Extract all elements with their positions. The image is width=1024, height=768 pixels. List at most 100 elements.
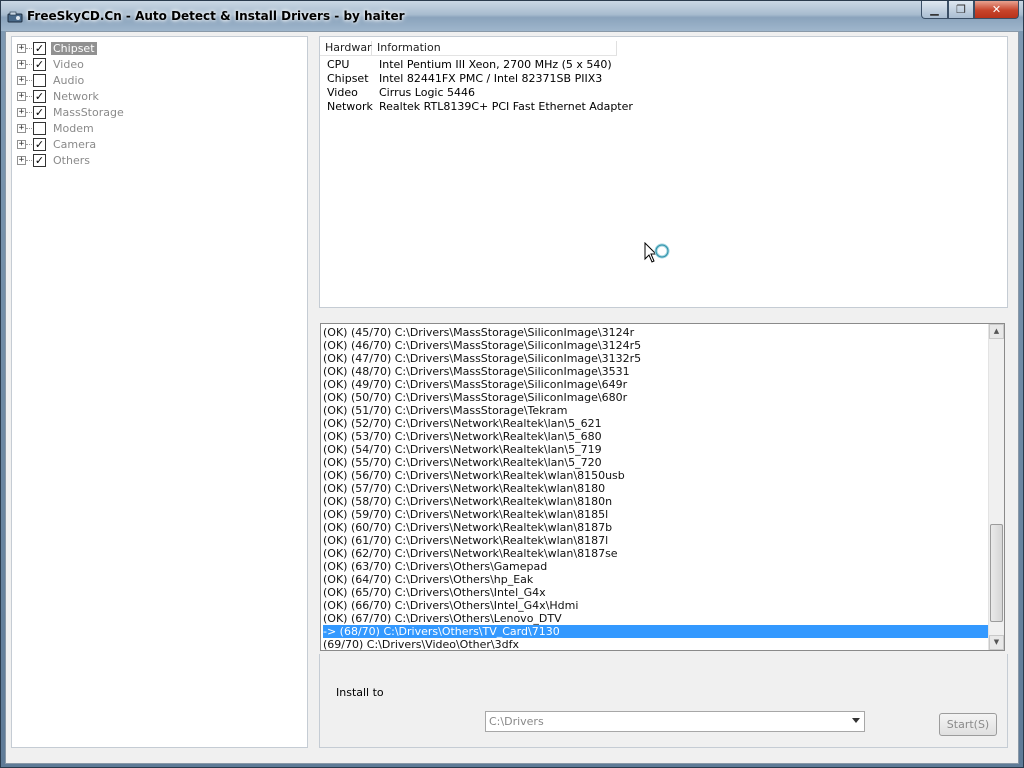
category-checkbox[interactable]: ✓ — [33, 41, 46, 55]
hardware-info: Cirrus Logic 5446 — [379, 86, 476, 99]
log-row[interactable]: (OK) (49/70) C:\Drivers\MassStorage\Sili… — [323, 378, 989, 391]
tree-item[interactable]: + ✓ Network — [17, 88, 101, 104]
tree-item-label[interactable]: Camera — [51, 138, 98, 151]
tree-item[interactable]: + ✓ MassStorage — [17, 104, 126, 120]
hardware-row[interactable]: Chipset Intel 82441FX PMC / Intel 82371SB… — [327, 72, 602, 86]
expand-icon[interactable]: + — [17, 107, 26, 117]
log-row[interactable]: (OK) (58/70) C:\Drivers\Network\Realtek\… — [323, 495, 989, 508]
tree-item[interactable]: + Audio — [17, 72, 86, 88]
tree-item-label[interactable]: Others — [51, 154, 92, 167]
tree-connector — [26, 127, 32, 129]
scroll-down-button[interactable]: ▼ — [989, 635, 1004, 650]
install-path-dropdown[interactable]: C:\Drivers — [485, 711, 865, 732]
minimize-button[interactable]: ▁ — [921, 1, 948, 19]
log-row[interactable]: (OK) (50/70) C:\Drivers\MassStorage\Sili… — [323, 391, 989, 404]
log-row[interactable]: (OK) (65/70) C:\Drivers\Others\Intel_G4x — [323, 586, 989, 599]
log-row[interactable]: (OK) (62/70) C:\Drivers\Network\Realtek\… — [323, 547, 989, 560]
column-header-hardware[interactable]: Hardwar — [320, 41, 372, 55]
tree-item[interactable]: + ✓ Video — [17, 56, 86, 72]
title-bar[interactable]: FreeSkyCD.Cn - Auto Detect & Install Dri… — [1, 1, 1023, 31]
category-checkbox[interactable]: ✓ — [33, 153, 46, 167]
install-path-value: C:\Drivers — [489, 715, 544, 728]
log-row[interactable]: (OK) (55/70) C:\Drivers\Network\Realtek\… — [323, 456, 989, 469]
expand-icon[interactable]: + — [17, 139, 26, 149]
tree-connector — [26, 79, 32, 81]
log-row[interactable]: (OK) (60/70) C:\Drivers\Network\Realtek\… — [323, 521, 989, 534]
tree-item-label[interactable]: MassStorage — [51, 106, 126, 119]
driver-category-tree[interactable]: + ✓ Chipset + ✓ Video + Audio + ✓ Network + ✓ MassSto… — [11, 36, 308, 748]
tree-item-label[interactable]: Network — [51, 90, 101, 103]
log-row[interactable]: (OK) (64/70) C:\Drivers\Others\hp_Eak — [323, 573, 989, 586]
hardware-row[interactable]: Network Realtek RTL8139C+ PCI Fast Ethern… — [327, 100, 633, 114]
hardware-row[interactable]: CPU Intel Pentium III Xeon, 2700 MHz (5 x… — [327, 58, 612, 72]
tree-connector — [26, 47, 32, 49]
log-row[interactable]: (OK) (46/70) C:\Drivers\MassStorage\Sili… — [323, 339, 989, 352]
tree-item[interactable]: + ✓ Camera — [17, 136, 98, 152]
log-row[interactable]: (OK) (47/70) C:\Drivers\MassStorage\Sili… — [323, 352, 989, 365]
hardware-type: Video — [327, 86, 358, 99]
expand-icon[interactable]: + — [17, 91, 26, 101]
log-row[interactable]: (OK) (45/70) C:\Drivers\MassStorage\Sili… — [323, 326, 989, 339]
tree-connector — [26, 159, 32, 161]
tree-item-label[interactable]: Video — [51, 58, 86, 71]
app-icon — [7, 11, 23, 23]
category-checkbox[interactable]: ✓ — [33, 105, 46, 119]
hardware-info-list[interactable]: Hardwar Information CPU Intel Pentium III… — [319, 36, 1008, 308]
log-row[interactable]: (OK) (52/70) C:\Drivers\Network\Realtek\… — [323, 417, 989, 430]
log-row[interactable]: (OK) (67/70) C:\Drivers\Others\Lenovo_DT… — [323, 612, 989, 625]
hardware-info: Intel Pentium III Xeon, 2700 MHz (5 x 54… — [379, 58, 612, 71]
close-button[interactable]: ✕ — [974, 1, 1019, 19]
hardware-type: Network — [327, 100, 373, 113]
log-row[interactable]: (OK) (53/70) C:\Drivers\Network\Realtek\… — [323, 430, 989, 443]
log-row[interactable]: (OK) (59/70) C:\Drivers\Network\Realtek\… — [323, 508, 989, 521]
expand-icon[interactable]: + — [17, 75, 26, 85]
hardware-info: Intel 82441FX PMC / Intel 82371SB PIIX3 — [379, 72, 603, 85]
log-row[interactable]: (69/70) C:\Drivers\Video\Other\3dfx — [323, 638, 989, 650]
category-checkbox[interactable]: ✓ — [33, 89, 46, 103]
scroll-thumb[interactable] — [990, 524, 1003, 622]
tree-item[interactable]: + ✓ Chipset — [17, 40, 97, 56]
arrow-down-icon: ▼ — [993, 638, 1000, 646]
app-window: FreeSkyCD.Cn - Auto Detect & Install Dri… — [0, 0, 1024, 768]
log-row[interactable]: (OK) (56/70) C:\Drivers\Network\Realtek\… — [323, 469, 989, 482]
maximize-icon: ❐ — [956, 3, 966, 16]
tree-connector — [26, 143, 32, 145]
log-row[interactable]: (OK) (54/70) C:\Drivers\Network\Realtek\… — [323, 443, 989, 456]
log-row[interactable]: (OK) (48/70) C:\Drivers\MassStorage\Sili… — [323, 365, 989, 378]
category-checkbox[interactable]: ✓ — [33, 137, 46, 151]
expand-icon[interactable]: + — [17, 59, 26, 69]
log-scrollbar[interactable]: ▲ ▼ — [988, 324, 1004, 650]
log-row[interactable]: -> (68/70) C:\Drivers\Others\TV_Card\713… — [323, 625, 989, 638]
start-button[interactable]: Start(S) — [939, 713, 997, 736]
tree-item[interactable]: + Modem — [17, 120, 96, 136]
hardware-info: Realtek RTL8139C+ PCI Fast Ethernet Adap… — [379, 100, 633, 113]
log-row[interactable]: (OK) (63/70) C:\Drivers\Others\Gamepad — [323, 560, 989, 573]
scroll-up-button[interactable]: ▲ — [989, 324, 1004, 339]
expand-icon[interactable]: + — [17, 43, 26, 53]
tree-item-label[interactable]: Chipset — [51, 41, 97, 55]
maximize-button[interactable]: ❐ — [948, 1, 974, 19]
column-header-information[interactable]: Information — [372, 41, 617, 55]
category-checkbox[interactable]: ✓ — [33, 57, 46, 71]
expand-icon[interactable]: + — [17, 123, 26, 133]
log-row[interactable]: (OK) (51/70) C:\Drivers\MassStorage\Tekr… — [323, 404, 989, 417]
tree-connector — [26, 63, 32, 65]
category-checkbox[interactable] — [33, 73, 46, 87]
hardware-row[interactable]: Video Cirrus Logic 5446 — [327, 86, 475, 100]
install-log-list[interactable]: (OK) (45/70) C:\Drivers\MassStorage\Sili… — [320, 323, 1005, 651]
tree-item[interactable]: + ✓ Others — [17, 152, 92, 168]
install-panel: Install to C:\Drivers Start(S) — [319, 654, 1008, 748]
tree-item-label[interactable]: Modem — [51, 122, 96, 135]
log-row[interactable]: (OK) (57/70) C:\Drivers\Network\Realtek\… — [323, 482, 989, 495]
tree-item-label[interactable]: Audio — [51, 74, 86, 87]
arrow-up-icon: ▲ — [993, 327, 1000, 335]
expand-icon[interactable]: + — [17, 155, 26, 165]
tree-connector — [26, 95, 32, 97]
log-row[interactable]: (OK) (66/70) C:\Drivers\Others\Intel_G4x… — [323, 599, 989, 612]
category-checkbox[interactable] — [33, 121, 46, 135]
hardware-type: CPU — [327, 58, 350, 71]
minimize-icon: ▁ — [930, 3, 939, 16]
log-row[interactable]: (OK) (61/70) C:\Drivers\Network\Realtek\… — [323, 534, 989, 547]
chevron-down-icon — [852, 718, 860, 723]
window-title: FreeSkyCD.Cn - Auto Detect & Install Dri… — [27, 9, 405, 23]
